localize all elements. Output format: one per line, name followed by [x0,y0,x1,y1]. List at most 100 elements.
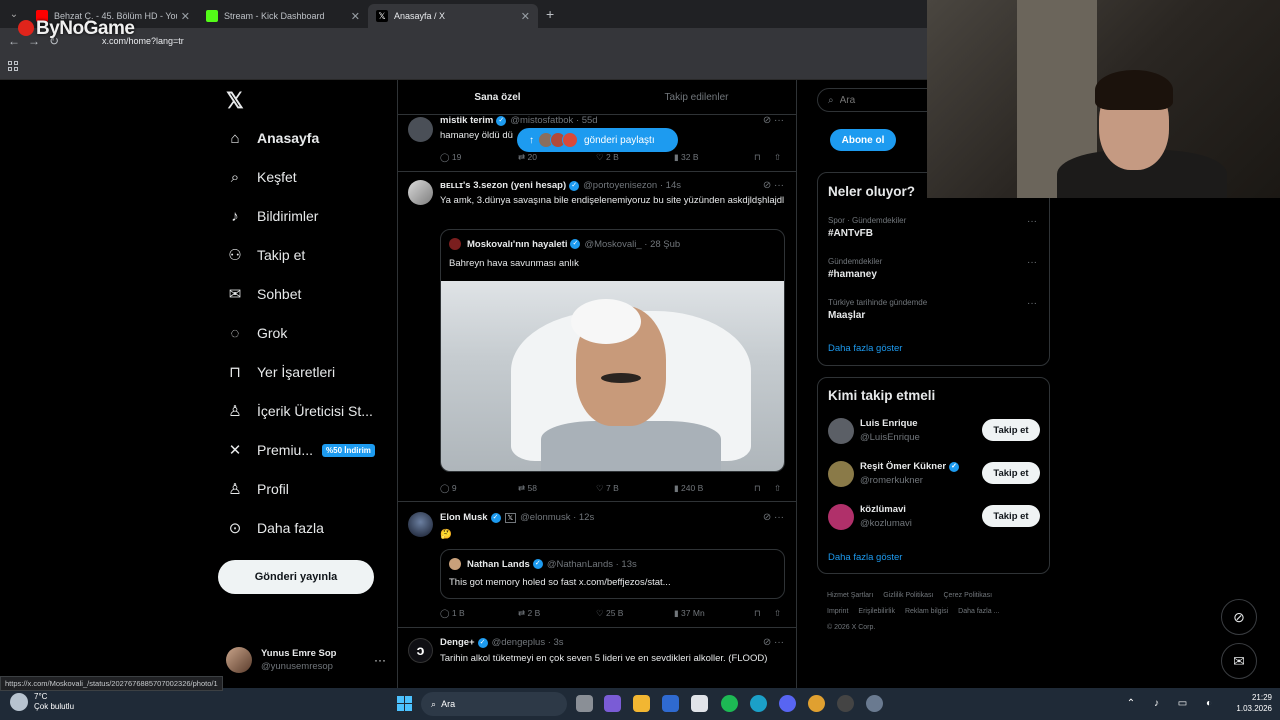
footer-links: Hizmet Şartları Gizlilik Politikası Çerez … [827,592,1000,631]
more-dots-icon[interactable]: ··· [1027,298,1037,309]
home-icon: ⌂ [230,129,240,147]
reply-button[interactable]: ◯ 19 [440,152,461,163]
tweet-photo[interactable] [441,281,784,471]
edge-icon[interactable] [750,695,767,712]
close-tab-icon[interactable]: ✕ [521,10,530,23]
avatar [449,558,461,570]
more-dots-icon[interactable]: ⊘ ··· [763,637,784,648]
tab-following[interactable]: Takip edilenler [597,80,796,114]
trends-show-more-link[interactable]: Daha fazla göster [828,343,902,354]
retweet-button[interactable]: ⇄ 58 [518,483,537,494]
bookmark-icon[interactable]: ⊓ [754,483,761,494]
nav-notifications[interactable]: ♪ Bildirimler [226,204,318,228]
quoted-tweet[interactable]: Nathan Lands ✓ @NathanLands · 13s This got… [440,549,785,599]
nav-explore[interactable]: ⌕ Keşfet [226,165,297,189]
nav-more[interactable]: ⊙ Daha fazla [226,516,324,540]
more-dots-icon[interactable]: ··· [1027,257,1037,268]
grok-icon[interactable]: ⊘ [1221,599,1257,635]
suggested-account[interactable]: Luis Enrique @LuisEnrique Takip et [828,416,1040,446]
follow-button[interactable]: Takip et [982,462,1040,484]
chrome-icon[interactable] [808,695,825,712]
quoted-text: This got memory holed so fast x.com/beff… [449,577,671,588]
new-tab-icon[interactable]: + [546,6,554,22]
nav-creator-studio[interactable]: ♙ İçerik Üreticisi St... [226,399,373,423]
follow-button[interactable]: Takip et [982,505,1040,527]
suggested-account[interactable]: közlümavi @kozlumavi Takip et [828,502,1040,532]
spotify-icon[interactable] [721,695,738,712]
bookmark-icon[interactable]: ⊓ [754,152,761,163]
like-button[interactable]: ♡ 25 B [596,608,623,619]
reply-button[interactable]: ◯ 9 [440,483,457,494]
like-button[interactable]: ♡ 2 B [596,152,619,163]
apps-grid-icon[interactable] [8,61,18,71]
more-dots-icon[interactable]: ··· [1027,216,1037,227]
system-tray[interactable]: ⌃ ♪ ▭ ◐ [1127,698,1220,709]
taskbar-search[interactable]: ⌕ Ara [421,692,567,716]
retweet-button[interactable]: ⇄ 2 B [518,608,540,619]
tweet[interactable]: ʙᴇʟʟɪ's 3.sezon (yeni hesap) ✓ @portoyenis… [398,172,796,502]
search-icon: ⌕ [431,698,437,709]
more-dots-icon[interactable]: ⊘ ··· [763,512,784,523]
more-dots-icon[interactable]: ··· [374,653,386,667]
trend-item[interactable]: #hamaney [828,269,877,280]
task-view-icon[interactable] [576,695,593,712]
who-to-follow-panel: Kimi takip etmeli Luis Enrique @LuisEnri… [817,377,1050,574]
nav-premium[interactable]: ✕ Premiu... %50 İndirim [226,438,375,462]
tab-for-you[interactable]: Sana özel [398,80,597,114]
tweet[interactable]: ↄ Denge+ ✓ @dengeplus · 3s ⊘ ··· Tarihin a… [398,628,796,688]
close-tab-icon[interactable]: ✕ [181,10,190,23]
browser-tab-x[interactable]: 𝕏 Anasayfa / X ✕ [368,4,538,28]
nav-follow[interactable]: ⚇ Takip et [226,243,305,267]
new-posts-pill[interactable]: ↑ gönderi paylaştı [517,128,678,152]
retweet-button[interactable]: ⇄ 20 [518,152,537,163]
trend-item[interactable]: Maaşlar [828,310,865,321]
x-logo-icon[interactable]: 𝕏 [226,88,244,114]
quoted-text: Bahreyn hava savunması anlık [449,258,579,269]
nav-chat[interactable]: ✉ Sohbet [226,282,302,306]
avatar [828,504,854,530]
nav-grok[interactable]: ◌ Grok [226,321,288,345]
obs-icon[interactable] [837,695,854,712]
account-switcher[interactable]: Yunus Emre Sop @yunusemresop ··· [226,643,386,677]
messages-icon[interactable]: ✉ [1221,643,1257,679]
who-show-more-link[interactable]: Daha fazla göster [828,552,902,563]
webcam-overlay [927,0,1280,198]
more-dots-icon[interactable]: ⊘ ··· [763,115,784,126]
quoted-tweet[interactable]: Moskovalı'nın hayaleti ✓ @Moskovali_ · 28 … [440,229,785,472]
weather-widget[interactable]: 7°C Çok bulutlu [10,692,74,712]
like-button[interactable]: ♡ 7 B [596,483,619,494]
copilot-icon[interactable] [604,695,621,712]
share-icon[interactable]: ⇧ [774,483,781,494]
clock[interactable]: 21:29 1.03.2026 [1236,692,1272,714]
follow-button[interactable]: Takip et [982,419,1040,441]
nav-bookmarks[interactable]: ⊓ Yer İşaretleri [226,360,335,384]
windows-start-icon[interactable] [397,696,412,711]
share-icon[interactable]: ⇧ [774,152,781,163]
bookmark-icon[interactable]: ⊓ [754,608,761,619]
outlook-icon[interactable] [662,695,679,712]
post-button[interactable]: Gönderi yayınla [218,560,374,594]
views-button[interactable]: ▮ 32 B [674,152,699,163]
tweet[interactable]: Elon Musk ✓ 𝕏 @elonmusk · 12s ⊘ ··· 🤔 Natha… [398,502,796,628]
reply-button[interactable]: ◯ 1 B [440,608,465,619]
discord-icon[interactable] [779,695,796,712]
avatar[interactable] [408,117,433,142]
avatar[interactable] [408,512,433,537]
subscribe-button[interactable]: Abone ol [830,129,896,151]
browser-tab-kick[interactable]: Stream - Kick Dashboard ✕ [198,4,368,28]
store-icon[interactable] [691,695,708,712]
nav-home[interactable]: ⌂ Anasayfa [226,126,319,150]
timeline-tabs: Sana özel Takip edilenler [398,80,796,115]
views-button[interactable]: ▮ 37 Mn [674,608,705,619]
avatar[interactable] [408,180,433,205]
share-icon[interactable]: ⇧ [774,608,781,619]
avatar[interactable]: ↄ [408,638,433,663]
views-button[interactable]: ▮ 240 B [674,483,703,494]
suggested-account[interactable]: Reşit Ömer Kükner ✓ @romerkukner Takip et [828,459,1040,489]
settings-icon[interactable] [866,695,883,712]
more-dots-icon[interactable]: ⊘ ··· [763,180,784,191]
nav-profile[interactable]: ♙ Profil [226,477,289,501]
file-explorer-icon[interactable] [633,695,650,712]
close-tab-icon[interactable]: ✕ [351,10,360,23]
trend-item[interactable]: #ANTvFB [828,228,873,239]
